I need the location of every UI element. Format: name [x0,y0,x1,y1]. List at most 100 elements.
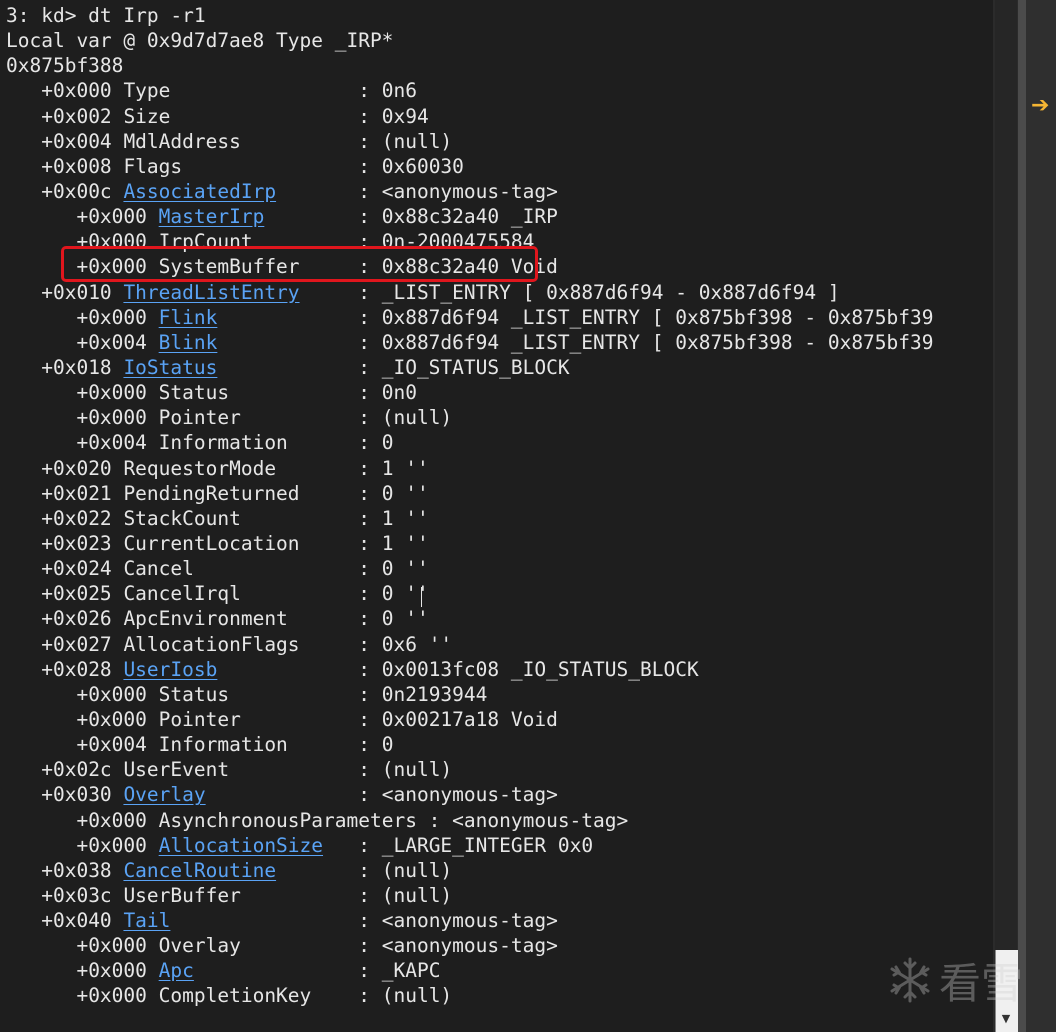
field-offset: +0x00c [41,179,112,203]
field-name-link[interactable]: MasterIrp [159,205,265,228]
field-padding [170,79,346,102]
field-name-link[interactable]: Flink [159,306,218,329]
field-name: Flags [123,154,183,178]
field-padding [300,633,347,656]
output-line: +0x023 CurrentLocation : 1 '' [6,531,934,556]
output-line: +0x004 Information : 0 [6,430,934,455]
field-name: Pointer [158,707,241,731]
field-value: : 0 '' [346,481,429,505]
field-value: : 0x887d6f94 _LIST_ENTRY [ 0x875bf398 - … [346,330,934,354]
field-offset: +0x000 [76,381,147,405]
field-value: : (null) [346,858,453,882]
field-name-link[interactable]: ThreadListEntry [123,281,299,304]
output-line: +0x02c UserEvent : (null) [6,757,934,782]
field-value: : 0x6 '' [346,632,453,656]
field-padding [241,582,347,605]
output-line: 3: kd> dt Irp -r1 [6,3,934,28]
field-padding [241,130,347,153]
field-offset: +0x024 [41,557,112,581]
field-padding [276,180,346,203]
field-value: : <anonymous-tag> [346,179,558,203]
field-offset: +0x000 [76,205,147,229]
field-padding [229,758,346,781]
field-name: SystemBuffer [158,255,300,279]
field-offset: +0x004 [76,431,147,455]
field-name-link[interactable]: AssociatedIrp [123,180,276,203]
field-name: Information [158,733,288,757]
field-name: CurrentLocation [123,531,300,555]
field-name-link[interactable]: UserIosb [123,658,217,681]
field-padding [217,331,346,354]
field-padding [241,507,347,530]
field-offset: +0x028 [41,657,112,681]
field-padding [300,482,347,505]
field-name-link[interactable]: Blink [159,331,218,354]
output-line: +0x000 IrpCount : 0n-2000475584 [6,229,934,254]
output-line: +0x025 CancelIrql : 0 '' [6,581,934,606]
field-name: ApcEnvironment [123,607,288,631]
field-value: : 0x60030 [346,154,464,178]
field-value: : 1 '' [346,456,429,480]
field-padding [229,381,346,404]
field-offset: +0x000 [76,255,147,279]
side-panel-inner [1026,0,1056,1032]
output-line: +0x024 Cancel : 0 '' [6,556,934,581]
field-name: StackCount [123,506,241,530]
field-name: AllocationFlags [123,632,300,656]
field-value: : (null) [346,758,453,782]
field-offset: +0x000 [76,305,147,329]
field-padding [241,884,347,907]
field-name-link[interactable]: CancelRoutine [123,859,276,882]
text-cursor [421,587,422,607]
output-line: +0x026 ApcEnvironment : 0 '' [6,606,934,631]
field-name: RequestorMode [123,456,277,480]
field-name: AsynchronousParameters [158,808,417,832]
field-name: Pointer [158,406,241,430]
field-offset: +0x004 [41,129,112,153]
output-line: +0x000 Flink : 0x887d6f94 _LIST_ENTRY [ … [6,305,933,330]
field-value: : <anonymous-tag> [346,909,558,933]
field-value: : 1 '' [346,531,429,555]
output-line: +0x000 Pointer : (null) [6,405,934,430]
output-line: +0x000 AllocationSize : _LARGE_INTEGER 0… [6,833,934,858]
field-offset: +0x040 [41,909,112,933]
field-name-link[interactable]: Tail [123,909,170,932]
debugger-command-output[interactable]: 3: kd> dt Irp -r1 Local var @ 0x9d7d7ae8 … [0,0,993,1032]
field-name: IrpCount [158,230,253,254]
field-name-link[interactable]: Apc [159,959,194,982]
field-value: : 0n0 [346,381,417,405]
field-name-link[interactable]: AllocationSize [159,834,323,857]
field-name-link[interactable]: Overlay [123,783,205,806]
field-value: : (null) [346,406,453,430]
field-offset: +0x010 [41,280,112,304]
watermark-text: 看雪 [939,958,1024,1008]
field-name-link[interactable]: IoStatus [123,356,217,379]
field-value: : 1 '' [346,506,429,530]
command-text: Local var @ 0x9d7d7ae8 Type _IRP* [6,29,394,53]
field-value: : _LIST_ENTRY [ 0x887d6f94 - 0x887d6f94 … [346,280,840,304]
field-name: Status [158,381,230,405]
output-line: +0x020 RequestorMode : 1 '' [6,456,934,481]
field-padding [194,557,347,580]
field-padding [241,708,347,731]
field-padding [300,281,347,304]
field-offset: +0x030 [41,783,112,807]
field-padding [264,205,346,228]
vertical-scrollbar[interactable] [995,0,1017,1032]
field-offset: +0x000 [76,682,147,706]
field-padding [241,934,347,957]
field-value: : _IO_STATUS_BLOCK [346,355,570,379]
output-line: +0x021 PendingReturned : 0 '' [6,481,934,506]
arrow-right-icon[interactable]: ➔ [1031,93,1049,118]
field-name: Type [123,79,171,103]
